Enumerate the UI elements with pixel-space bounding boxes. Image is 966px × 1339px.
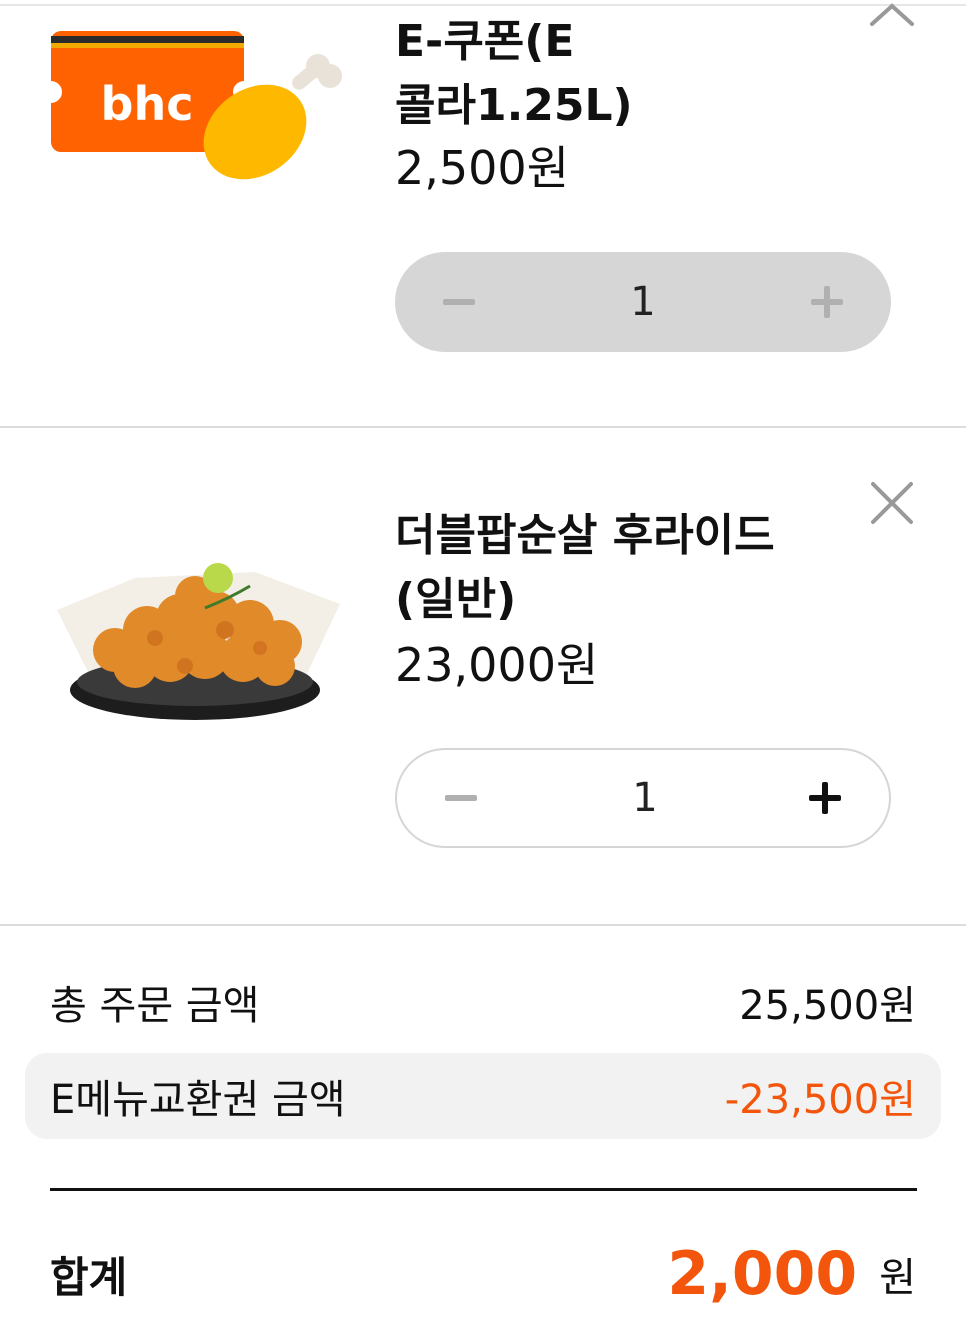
minus-icon	[443, 299, 475, 305]
plus-icon	[811, 286, 843, 318]
close-icon[interactable]	[869, 480, 915, 526]
quantity-value: 1	[630, 279, 656, 325]
plus-button[interactable]	[777, 252, 877, 352]
minus-icon	[445, 795, 477, 801]
quantity-value: 1	[632, 775, 658, 821]
item-name: 더블팝순살 후라이드 (일반)	[395, 510, 775, 625]
order-total-value: 25,500원	[739, 983, 916, 1029]
total-label: 합계	[50, 1252, 128, 1302]
item-price: 2,500원	[395, 141, 570, 195]
cart-item-chicken: 더블팝순살 후라이드 (일반) 23,000원 1	[0, 428, 966, 926]
item-price: 23,000원	[395, 638, 599, 692]
chicken-basket-image	[55, 558, 340, 733]
discount-value: -23,500원	[724, 1077, 916, 1123]
order-total-label: 총 주문 금액	[50, 983, 260, 1029]
total-row: 합계 2,000 원	[50, 1238, 916, 1310]
plus-button[interactable]	[775, 750, 875, 846]
discount-row: E메뉴교환권 금액 -23,500원	[50, 1066, 916, 1126]
total-unit: 원	[879, 1255, 916, 1301]
summary-divider	[50, 1188, 917, 1191]
collapse-icon[interactable]	[869, 0, 915, 46]
cart-item-coupon: bhc E-쿠폰(E 콜라1.25L) 2,500원 1	[0, 0, 966, 428]
minus-button[interactable]	[411, 750, 511, 846]
discount-label: E메뉴교환권 금액	[50, 1077, 346, 1123]
bhc-logo-text: bhc	[101, 77, 194, 131]
plus-icon	[809, 782, 841, 814]
quantity-stepper[interactable]: 1	[395, 252, 891, 352]
quantity-stepper[interactable]: 1	[395, 748, 891, 848]
order-total-row: 총 주문 금액 25,500원	[50, 972, 916, 1032]
item-name: E-쿠폰(E 콜라1.25L)	[395, 16, 633, 131]
total-amount: 2,000	[667, 1239, 858, 1309]
bhc-coupon-icon: bhc	[40, 30, 345, 180]
minus-button[interactable]	[409, 252, 509, 352]
